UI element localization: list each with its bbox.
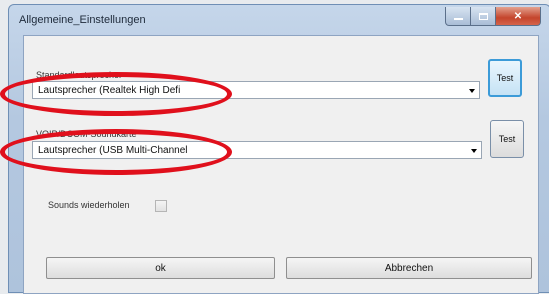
- soundcard-test-button[interactable]: Test: [490, 120, 524, 158]
- speaker-test-label: Test: [496, 73, 514, 83]
- cancel-button[interactable]: Abbrechen: [286, 257, 532, 279]
- chevron-down-icon: [469, 89, 475, 93]
- soundcard-test-label: Test: [498, 134, 516, 144]
- ok-button[interactable]: ok: [46, 257, 275, 279]
- ok-label: ok: [155, 262, 166, 274]
- title-bar[interactable]: Allgemeine_Einstellungen ✕: [9, 5, 549, 35]
- window-title: Allgemeine_Einstellungen: [19, 14, 146, 26]
- speaker-label: Standardlautsprecher: [36, 70, 123, 80]
- maximize-icon: [478, 12, 488, 20]
- soundcard-dropdown-value: Lautsprecher (USB Multi-Channel: [38, 145, 188, 156]
- repeat-label: Sounds wiederholen: [48, 200, 130, 210]
- speaker-dropdown[interactable]: Lautsprecher (Realtek High Defi: [32, 81, 480, 99]
- speaker-dropdown-value: Lautsprecher (Realtek High Defi: [38, 85, 181, 96]
- dialog-body: Standardlautsprecher Lautsprecher (Realt…: [23, 35, 539, 294]
- soundcard-label: VOIP/DCOM-Soundkarte: [36, 129, 137, 139]
- speaker-test-button[interactable]: Test: [488, 59, 522, 97]
- close-icon: ✕: [513, 10, 523, 22]
- cancel-label: Abbrechen: [384, 262, 434, 274]
- chevron-down-icon: [471, 149, 477, 153]
- soundcard-dropdown[interactable]: Lautsprecher (USB Multi-Channel: [32, 141, 482, 159]
- minimize-button[interactable]: [445, 7, 471, 26]
- maximize-button[interactable]: [470, 7, 496, 26]
- close-button[interactable]: ✕: [495, 7, 541, 26]
- repeat-checkbox[interactable]: [155, 200, 167, 212]
- settings-window: Allgemeine_Einstellungen ✕ Standardlauts…: [8, 4, 549, 294]
- minimize-icon: [453, 18, 463, 20]
